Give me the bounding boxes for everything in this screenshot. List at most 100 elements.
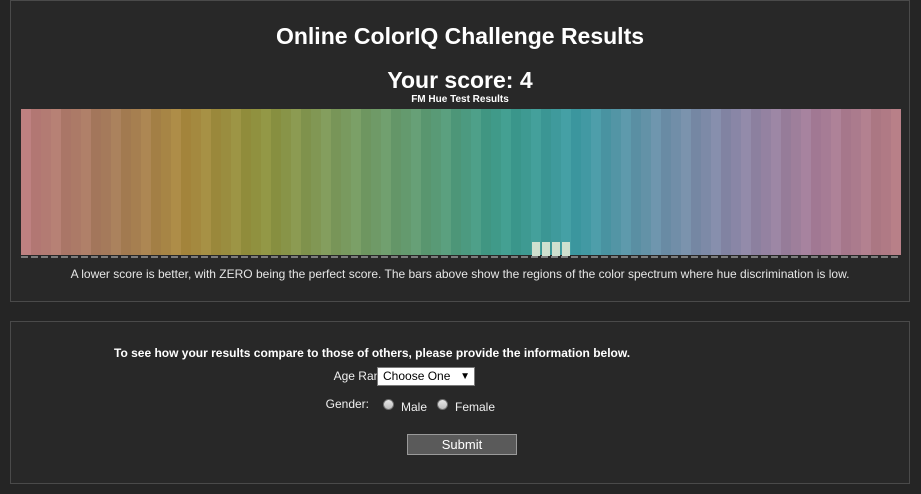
- spectrum-band: [811, 109, 822, 259]
- spectrum-band: [571, 109, 582, 259]
- page-title: Online ColorIQ Challenge Results: [275, 23, 645, 49]
- spectrum-band: [311, 109, 322, 259]
- spectrum-band: [641, 109, 652, 259]
- spectrum-band: [801, 109, 812, 259]
- spectrum-band: [871, 109, 882, 259]
- spectrum-band: [181, 109, 192, 259]
- spectrum-band: [491, 109, 502, 259]
- error-bar: [532, 242, 540, 256]
- spectrum-band: [381, 109, 392, 259]
- spectrum-band: [751, 109, 762, 259]
- spectrum-band: [671, 109, 682, 259]
- spectrum-band: [241, 109, 252, 259]
- spectrum-band: [261, 109, 272, 259]
- spectrum-band: [81, 109, 92, 259]
- spectrum-band: [331, 109, 342, 259]
- spectrum-band: [631, 109, 642, 259]
- spectrum-band: [761, 109, 772, 259]
- spectrum-band: [101, 109, 112, 259]
- score-explanation: A lower score is better, with ZERO being…: [70, 267, 850, 281]
- spectrum-band: [91, 109, 102, 259]
- spectrum-band: [421, 109, 432, 259]
- spectrum-band: [321, 109, 332, 259]
- spectrum-band: [721, 109, 732, 259]
- spectrum-band: [701, 109, 712, 259]
- age-range-select[interactable]: Choose One ▼: [377, 367, 475, 386]
- spectrum-band: [451, 109, 462, 259]
- spectrum-band: [891, 109, 901, 259]
- spectrum-band: [711, 109, 722, 259]
- gender-label: Gender:: [325, 397, 369, 411]
- spectrum-band: [541, 109, 552, 259]
- spectrum-band: [61, 109, 72, 259]
- spectrum-band: [141, 109, 152, 259]
- comparison-form-panel: To see how your results compare to those…: [10, 321, 910, 484]
- spectrum-band: [771, 109, 782, 259]
- spectrum-band: [501, 109, 512, 259]
- spectrum-band: [661, 109, 672, 259]
- spectrum-band: [371, 109, 382, 259]
- spectrum-band: [461, 109, 472, 259]
- hue-spectrum-chart: [21, 109, 901, 259]
- spectrum-band: [691, 109, 702, 259]
- spectrum-band: [651, 109, 662, 259]
- results-panel: Online ColorIQ Challenge Results Your sc…: [10, 0, 910, 302]
- dropdown-arrow-icon: ▼: [460, 371, 470, 382]
- spectrum-band: [281, 109, 292, 259]
- spectrum-band: [611, 109, 622, 259]
- chart-caption: FM Hue Test Results: [411, 94, 509, 105]
- spectrum-band: [601, 109, 612, 259]
- spectrum-band: [621, 109, 632, 259]
- spectrum-band: [741, 109, 752, 259]
- female-radio[interactable]: [437, 399, 448, 410]
- spectrum-band: [361, 109, 372, 259]
- spectrum-band: [191, 109, 202, 259]
- spectrum-band: [201, 109, 212, 259]
- spectrum-band: [431, 109, 442, 259]
- spectrum-band: [481, 109, 492, 259]
- spectrum-band: [731, 109, 742, 259]
- spectrum-band: [151, 109, 162, 259]
- spectrum-band: [521, 109, 532, 259]
- spectrum-band: [591, 109, 602, 259]
- female-radio-label[interactable]: Female: [455, 400, 495, 414]
- spectrum-band: [111, 109, 122, 259]
- spectrum-band: [581, 109, 592, 259]
- spectrum-band: [791, 109, 802, 259]
- spectrum-band: [391, 109, 402, 259]
- spectrum-band: [211, 109, 222, 259]
- spectrum-band: [121, 109, 132, 259]
- spectrum-band: [401, 109, 412, 259]
- male-radio-label[interactable]: Male: [401, 400, 427, 414]
- submit-button[interactable]: Submit: [407, 434, 517, 455]
- spectrum-band: [31, 109, 42, 259]
- spectrum-band: [341, 109, 352, 259]
- spectrum-band: [131, 109, 142, 259]
- error-bar: [552, 242, 560, 256]
- error-bar: [562, 242, 570, 256]
- spectrum-band: [221, 109, 232, 259]
- spectrum-band: [821, 109, 832, 259]
- spectrum-band: [531, 109, 542, 259]
- spectrum-band: [851, 109, 862, 259]
- spectrum-band: [551, 109, 562, 259]
- spectrum-band: [831, 109, 842, 259]
- error-bar: [542, 242, 550, 256]
- spectrum-band: [471, 109, 482, 259]
- spectrum-band: [861, 109, 872, 259]
- spectrum-band: [881, 109, 892, 259]
- score-text: Your score: 4: [387, 67, 533, 93]
- spectrum-band: [161, 109, 172, 259]
- spectrum-band: [71, 109, 82, 259]
- spectrum-band: [251, 109, 262, 259]
- spectrum-band: [441, 109, 452, 259]
- spectrum-band: [411, 109, 422, 259]
- spectrum-band: [271, 109, 282, 259]
- spectrum-band: [511, 109, 522, 259]
- spectrum-band: [301, 109, 312, 259]
- spectrum-band: [231, 109, 242, 259]
- spectrum-band: [781, 109, 792, 259]
- male-radio[interactable]: [383, 399, 394, 410]
- spectrum-band: [291, 109, 302, 259]
- spectrum-band: [21, 109, 32, 259]
